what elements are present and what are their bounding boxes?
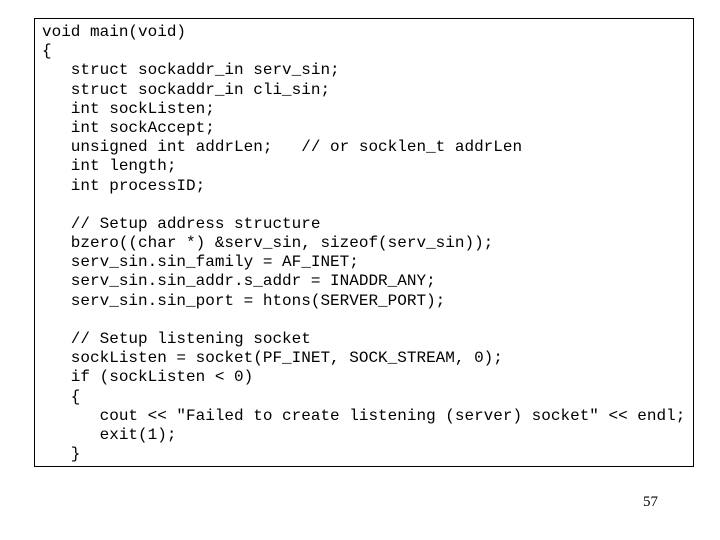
code-line: serv_sin.sin_port = htons(SERVER_PORT); xyxy=(42,291,446,310)
code-line: cout << "Failed to create listening (ser… xyxy=(42,406,686,425)
code-line: serv_sin.sin_addr.s_addr = INADDR_ANY; xyxy=(42,272,436,291)
code-line: unsigned int addrLen; // or socklen_t ad… xyxy=(42,138,523,157)
code-line: if (sockListen < 0) xyxy=(42,368,254,387)
code-line: void main(void) xyxy=(42,23,187,41)
code-line: int length; xyxy=(42,157,177,176)
code-line: // Setup address structure xyxy=(42,214,321,233)
code-line: int processID; xyxy=(42,176,206,195)
code-line: int sockListen; xyxy=(42,99,215,118)
code-line: { xyxy=(42,387,81,406)
code-line: // Setup listening socket xyxy=(42,330,311,348)
code-line: exit(1); xyxy=(42,425,177,444)
page-number: 57 xyxy=(643,494,658,510)
code-line: struct sockaddr_in cli_sin; xyxy=(42,80,331,99)
code-listing-box: void main(void){ struct sockaddr_in serv… xyxy=(34,18,694,467)
code-listing: void main(void){ struct sockaddr_in serv… xyxy=(42,23,685,464)
code-line: bzero((char *) &serv_sin, sizeof(serv_si… xyxy=(42,234,494,253)
code-line: serv_sin.sin_family = AF_INET; xyxy=(42,253,359,272)
code-line: int sockAccept; xyxy=(42,118,215,137)
code-line: } xyxy=(42,445,81,464)
code-line: struct sockaddr_in serv_sin; xyxy=(42,61,340,80)
code-line: sockListen = socket(PF_INET, SOCK_STREAM… xyxy=(42,349,503,368)
code-line: { xyxy=(42,42,52,61)
